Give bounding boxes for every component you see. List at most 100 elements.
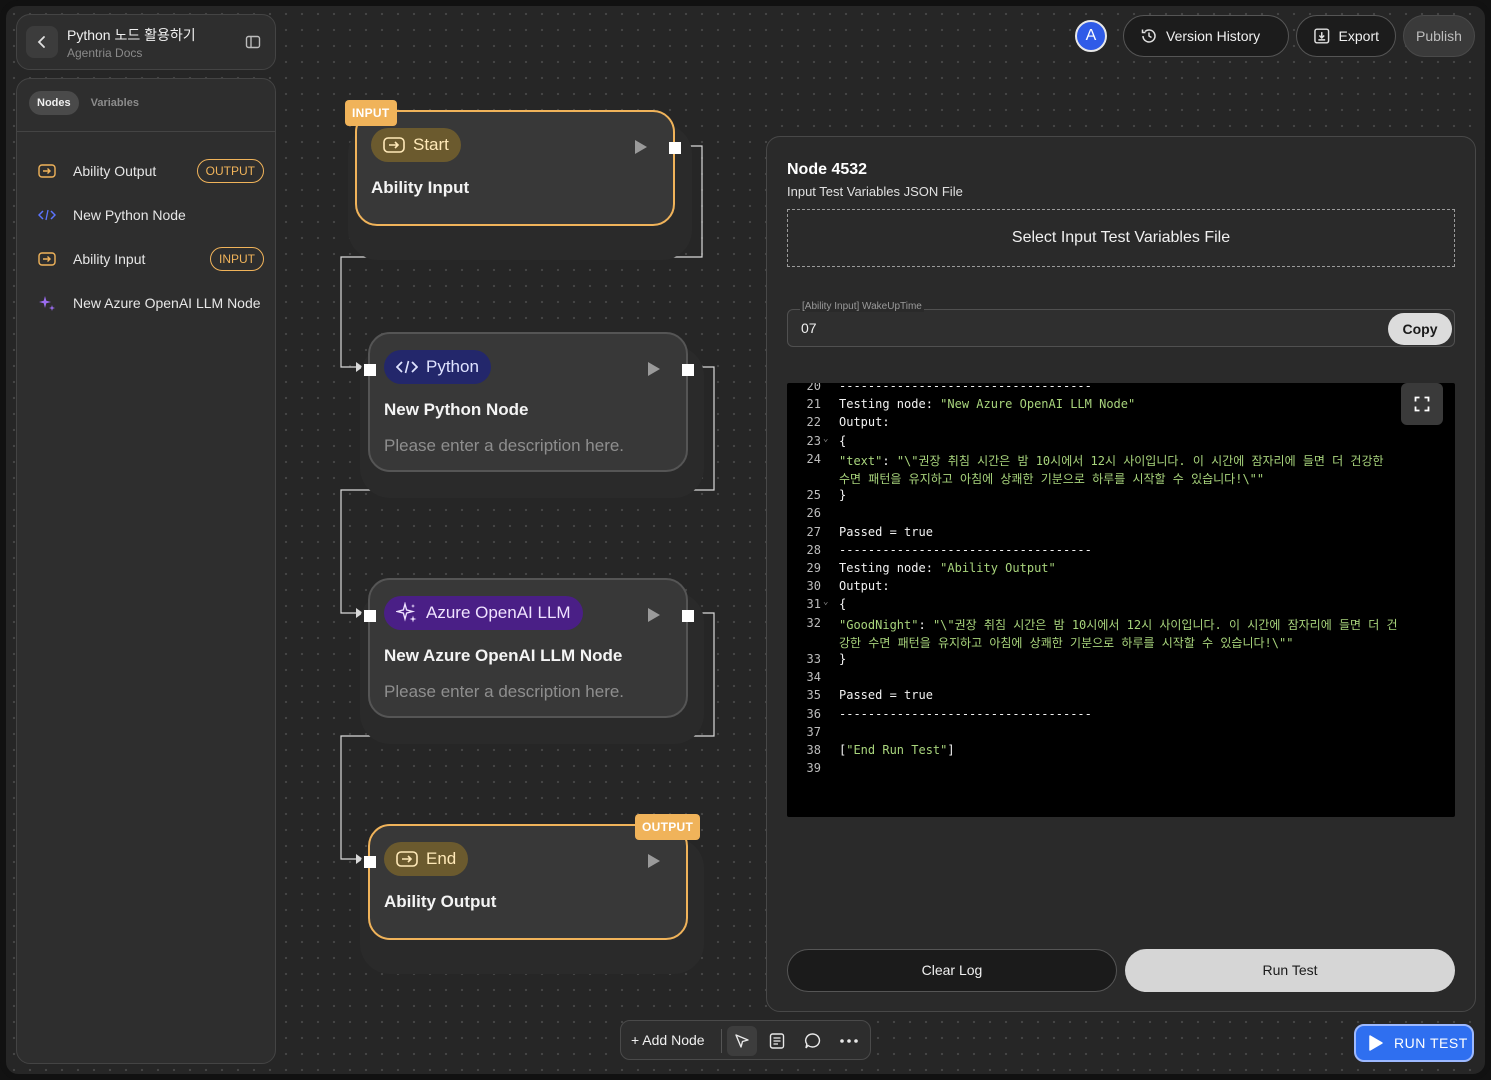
fullscreen-icon [1414, 396, 1430, 412]
input-port[interactable] [364, 610, 376, 622]
app-window: Python 노드 활용하기 Agentria Docs Nodes Varia… [0, 0, 1491, 1080]
flow-node-python[interactable]: Python New Python Node Please enter a de… [364, 332, 694, 472]
clear-log-button[interactable]: Clear Log [787, 949, 1117, 992]
run-test-button[interactable]: Run Test [1125, 949, 1455, 992]
node-type-pill: End [384, 842, 469, 876]
node-description[interactable]: Please enter a description here. [384, 436, 624, 456]
log-text: ["End Run Test"] [839, 743, 955, 757]
line-number: 27 [806, 524, 821, 539]
log-text: Output: [839, 579, 890, 594]
log-text: Passed = true [839, 524, 933, 539]
fold-chevron-icon[interactable]: ⌄ [823, 597, 828, 607]
flow-node-start[interactable]: Start Ability Input [355, 110, 681, 226]
flow-node-end[interactable]: End Ability Output [364, 824, 688, 940]
comment-tool-button[interactable] [803, 1031, 823, 1051]
flow-node-azure-llm[interactable]: Azure OpenAI LLM New Azure OpenAI LLM No… [364, 578, 694, 718]
output-port[interactable] [682, 610, 694, 622]
log-text: } [839, 488, 847, 503]
run-node-button[interactable] [635, 140, 647, 154]
line-number: 24 [806, 451, 821, 466]
line-number: 23 [806, 433, 821, 448]
line-number: 29 [806, 561, 821, 575]
test-panel: Node 4532 Input Test Variables JSON File… [766, 136, 1476, 1012]
line-number: 33 [806, 652, 821, 666]
log-text: Passed = true [839, 688, 933, 703]
line-number: 20 [806, 383, 821, 393]
log-console[interactable]: 20 ----------------------------------- 21 T… [787, 383, 1455, 817]
more-dots-icon [840, 1039, 858, 1043]
line-number: 36 [806, 706, 821, 721]
run-test-fab-label: RUN TEST [1394, 1035, 1468, 1051]
line-number: 35 [806, 688, 821, 703]
node-type-label: Azure OpenAI LLM [426, 603, 571, 622]
io-arrow-icon [396, 851, 418, 867]
log-text: ----------------------------------- [839, 383, 1092, 393]
node-type-label: End [426, 849, 457, 868]
cursor-icon [735, 1034, 749, 1048]
input-port[interactable] [364, 856, 376, 868]
run-node-button[interactable] [648, 854, 660, 868]
log-text: Testing node: "New Azure OpenAI LLM Node… [839, 397, 1136, 412]
log-text: 강한 수면 패턴을 유지하고 아침에 상쾌한 기분으로 하루를 시작할 수 있습… [839, 635, 1294, 650]
comment-icon [805, 1033, 821, 1049]
note-tool-button[interactable] [767, 1031, 787, 1051]
fold-chevron-icon[interactable]: ⌄ [823, 434, 828, 444]
log-text: } [839, 652, 847, 666]
node-type-pill: Python [384, 350, 491, 384]
input-tag: INPUT [345, 100, 397, 126]
io-arrow-icon [383, 137, 405, 153]
more-button[interactable] [839, 1031, 859, 1051]
play-icon [1369, 1035, 1383, 1051]
line-number: 22 [806, 415, 821, 430]
line-number: 28 [806, 542, 821, 557]
line-number: 32 [806, 615, 821, 630]
log-text: 수면 패턴을 유지하고 아침에 상쾌한 기분으로 하루를 시작할 수 있습니다!… [839, 472, 1265, 486]
toolbar-divider [721, 1029, 722, 1053]
line-number: 34 [806, 670, 821, 685]
line-number: 21 [806, 397, 821, 412]
log-text: { [839, 433, 847, 448]
sparkle-icon [396, 602, 417, 623]
select-file-button[interactable]: Select Input Test Variables File [787, 209, 1455, 267]
line-number: 31 [806, 597, 821, 612]
line-number: 37 [806, 724, 821, 739]
node-type-pill: Start [371, 128, 461, 162]
node-title: New Azure OpenAI LLM Node [384, 646, 623, 665]
node-description[interactable]: Please enter a description here. [384, 682, 624, 702]
log-text: ----------------------------------- [839, 706, 1092, 721]
variable-field[interactable]: [Ability Input] WakeUpTime 07 Copy [787, 301, 1455, 347]
copy-button[interactable]: Copy [1388, 313, 1452, 345]
run-test-fab[interactable]: RUN TEST [1354, 1024, 1474, 1062]
line-number: 26 [806, 506, 821, 521]
log-text: "text": "\"권장 취침 시간은 밤 10시에서 12시 사이입니다. … [839, 453, 1384, 468]
run-node-button[interactable] [648, 608, 660, 622]
node-title: Ability Output [384, 892, 497, 911]
panel-subtitle: Input Test Variables JSON File [787, 184, 963, 199]
note-icon [769, 1033, 785, 1049]
node-title: Ability Input [371, 178, 470, 197]
run-node-button[interactable] [648, 362, 660, 376]
node-type-pill: Azure OpenAI LLM [384, 596, 583, 630]
node-title: New Python Node [384, 400, 529, 419]
fullscreen-button[interactable] [1401, 383, 1443, 425]
select-tool-button[interactable] [727, 1026, 757, 1056]
add-node-button[interactable]: + Add Node [631, 1032, 705, 1048]
output-port[interactable] [682, 364, 694, 376]
node-type-label: Python [426, 357, 479, 376]
code-icon [396, 360, 418, 374]
line-number: 38 [806, 743, 821, 757]
output-port[interactable] [669, 142, 681, 154]
log-text: "GoodNight": "\"권장 취침 시간은 밤 10시에서 12시 사이… [839, 617, 1398, 632]
input-port[interactable] [364, 364, 376, 376]
output-tag: OUTPUT [635, 814, 701, 840]
variable-value[interactable]: 07 [801, 320, 817, 336]
log-text: Output: [839, 415, 890, 430]
node-type-label: Start [413, 135, 449, 154]
canvas-toolbar: + Add Node [620, 1020, 871, 1060]
log-text: Testing node: "Ability Output" [839, 561, 1056, 575]
log-text: { [839, 597, 847, 612]
log-text: ----------------------------------- [839, 542, 1092, 557]
panel-title: Node 4532 [787, 161, 868, 178]
variable-label: [Ability Input] WakeUpTime [800, 301, 924, 312]
line-number: 25 [806, 488, 821, 503]
